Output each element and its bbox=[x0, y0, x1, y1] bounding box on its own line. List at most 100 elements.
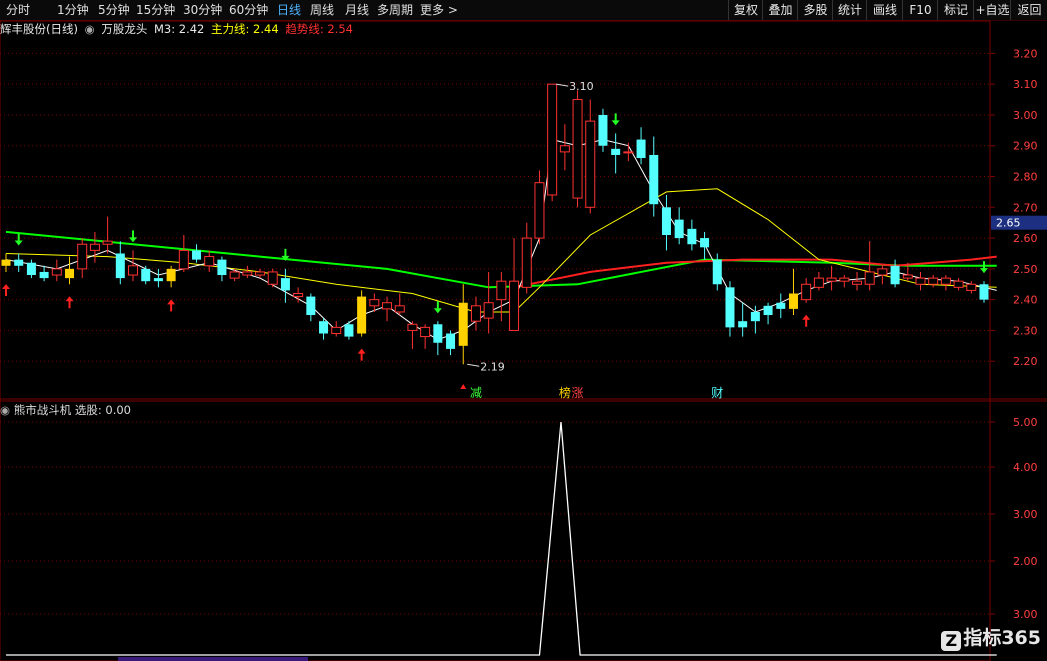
up-arrow-icon bbox=[167, 299, 176, 312]
sub-tick-label: 5.00 bbox=[1013, 416, 1038, 429]
candle-body bbox=[725, 287, 735, 328]
candle-body bbox=[598, 114, 608, 146]
up-arrow-icon bbox=[357, 348, 366, 361]
candle-body bbox=[255, 271, 266, 276]
candle-body bbox=[953, 280, 964, 288]
candle-body bbox=[331, 326, 342, 335]
candle-body bbox=[102, 240, 113, 245]
candle-body bbox=[192, 250, 202, 260]
candle-body bbox=[204, 256, 215, 267]
candle-body bbox=[1, 259, 11, 266]
price-tick-label: 2.70 bbox=[1013, 201, 1038, 214]
candle-body bbox=[51, 268, 62, 276]
candle-body bbox=[979, 284, 989, 300]
price-tick-label: 2.50 bbox=[1013, 263, 1038, 276]
candle-body bbox=[776, 302, 786, 309]
candle-body bbox=[446, 333, 456, 349]
chart-canvas[interactable]: 3.20 3.10 3.00 2.90 2.80 2.70 2.60 2.50 2.40 2.30… bbox=[0, 0, 1047, 661]
price-tick-label: 2.20 bbox=[1013, 355, 1038, 368]
candle-body bbox=[483, 302, 494, 319]
candle-body bbox=[851, 280, 862, 285]
price-annotation-label: 3.10 bbox=[569, 80, 594, 93]
candle-body bbox=[738, 321, 748, 328]
candle-body bbox=[496, 280, 507, 301]
price-tick-label: 2.60 bbox=[1013, 232, 1038, 245]
up-arrow-icon bbox=[802, 314, 811, 327]
candle-body bbox=[521, 237, 532, 288]
candle-body bbox=[687, 228, 697, 245]
price-tick-label: 2.30 bbox=[1013, 324, 1038, 337]
candle-body bbox=[700, 238, 710, 248]
sub-tick-label: 2.00 bbox=[1013, 555, 1038, 568]
price-tick-label: 3.20 bbox=[1013, 47, 1038, 60]
candle-body bbox=[65, 268, 75, 279]
candle-body bbox=[763, 305, 773, 316]
candle-body bbox=[357, 296, 367, 334]
candle-body bbox=[39, 271, 49, 279]
candle-body bbox=[623, 151, 634, 154]
signal-marker-label: 减 bbox=[470, 386, 482, 400]
sub-tick-label: 3.00 bbox=[1013, 608, 1038, 621]
up-arrow-icon bbox=[2, 283, 10, 296]
candle-body bbox=[559, 145, 570, 153]
signal-marker-label: 涨 bbox=[572, 385, 584, 400]
candle-body bbox=[864, 271, 875, 285]
current-price-label: 2.65 bbox=[996, 217, 1021, 230]
candle-body bbox=[839, 277, 850, 282]
candle-body bbox=[826, 277, 837, 282]
price-tick-label: 2.90 bbox=[1013, 140, 1038, 153]
candle-body bbox=[636, 139, 646, 159]
scroll-indicator bbox=[118, 657, 308, 661]
down-arrow-icon bbox=[980, 261, 988, 274]
candle-body bbox=[470, 305, 481, 322]
sub-tick-label: 4.00 bbox=[1013, 461, 1038, 474]
candle-body bbox=[611, 148, 621, 155]
price-annotation-label: 2.19 bbox=[480, 360, 505, 373]
candle-body bbox=[509, 280, 520, 331]
candle-body bbox=[115, 253, 125, 279]
candle-body bbox=[217, 259, 227, 276]
candle-body bbox=[966, 283, 977, 291]
down-arrow-icon bbox=[433, 301, 442, 314]
plot-frame bbox=[0, 20, 991, 661]
candle-body bbox=[369, 299, 380, 307]
down-arrow-icon bbox=[129, 230, 138, 243]
candle-body bbox=[801, 283, 812, 301]
small-up-marker-icon bbox=[460, 384, 467, 389]
candle-body bbox=[420, 326, 431, 338]
down-arrow-icon bbox=[14, 233, 23, 246]
candle-body bbox=[649, 154, 659, 205]
up-arrow-icon bbox=[65, 296, 74, 309]
price-tick-label: 3.00 bbox=[1013, 109, 1038, 122]
watermark-logo-icon: Z bbox=[941, 631, 962, 651]
candle-body bbox=[153, 278, 163, 282]
price-annotation-pointer bbox=[556, 83, 569, 87]
candle-body bbox=[458, 302, 468, 346]
candle-body bbox=[750, 311, 760, 322]
candle-body bbox=[229, 271, 240, 279]
candle-body bbox=[319, 321, 329, 334]
candle-body bbox=[178, 249, 189, 270]
candle-body bbox=[128, 265, 139, 276]
candle-body bbox=[382, 302, 393, 310]
price-tick-label: 2.80 bbox=[1013, 171, 1038, 184]
candle-body bbox=[77, 243, 88, 270]
signal-marker-label: 财 bbox=[711, 386, 723, 400]
candle-body bbox=[26, 262, 36, 276]
candle-body bbox=[89, 243, 100, 251]
candle-body bbox=[940, 277, 951, 285]
sub-tick-label: 3.00 bbox=[1013, 508, 1038, 521]
candle-body bbox=[877, 268, 888, 276]
signal-marker-label: 榜 bbox=[559, 385, 571, 400]
price-tick-label: 2.40 bbox=[1013, 294, 1038, 307]
candle-body bbox=[712, 259, 722, 285]
candle-body bbox=[267, 271, 278, 285]
candle-body bbox=[813, 277, 824, 288]
candle-body bbox=[293, 292, 304, 298]
candle-body bbox=[572, 99, 583, 199]
candle-body bbox=[242, 271, 253, 276]
candle-body bbox=[674, 219, 684, 239]
candle-body bbox=[661, 207, 671, 236]
candle-body bbox=[547, 83, 558, 196]
price-tick-label: 3.10 bbox=[1013, 78, 1038, 91]
